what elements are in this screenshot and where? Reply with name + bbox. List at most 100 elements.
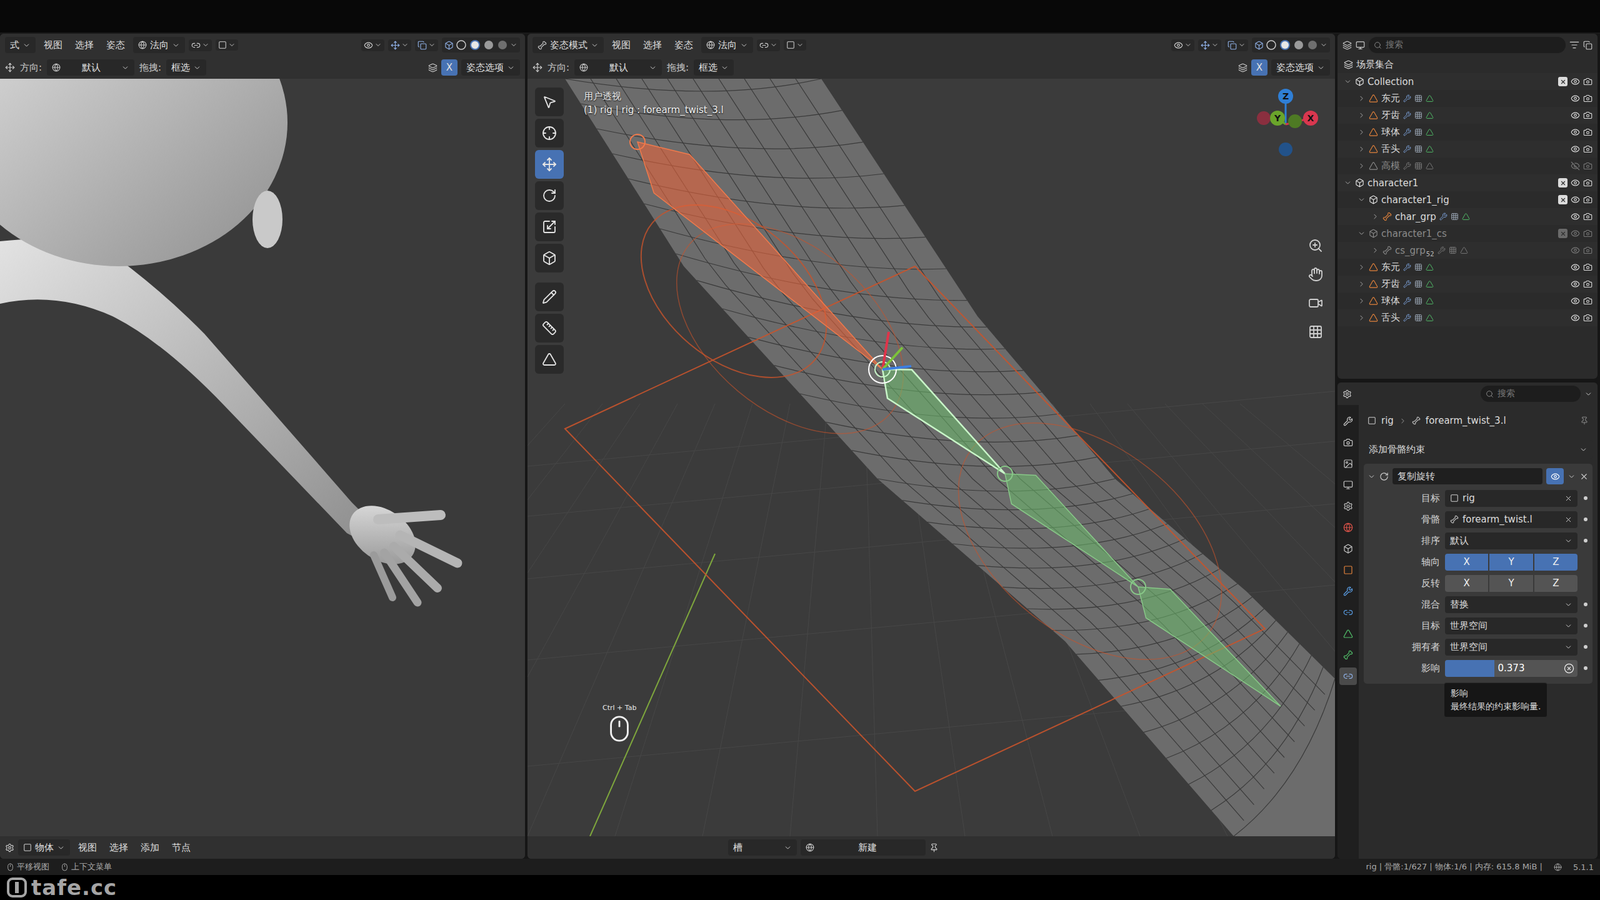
bone[interactable] <box>630 134 883 370</box>
exclude-checkbox[interactable] <box>1558 228 1568 239</box>
visibility-group[interactable] <box>1171 39 1195 52</box>
pose-options-dropdown[interactable]: 姿态选项 <box>461 59 520 76</box>
scene-collection[interactable]: 场景集合 <box>1337 56 1598 74</box>
main-viewport[interactable]: 用户透视(1) rig | rig : forearm_twist_3.lZYX… <box>527 78 1335 837</box>
character-preview[interactable] <box>0 78 525 837</box>
menu-item[interactable]: 节点 <box>167 840 195 855</box>
dropdown[interactable]: 默认 <box>1445 532 1578 550</box>
dropdown[interactable]: 世界空间 <box>1445 617 1578 635</box>
outliner-item[interactable]: character1_rig <box>1337 191 1598 209</box>
mode-dropdown[interactable]: 式 <box>5 36 36 54</box>
id-field[interactable]: forearm_twist.l <box>1445 511 1578 529</box>
keyframe-dot[interactable] <box>1583 602 1588 607</box>
properties-tab[interactable] <box>1339 540 1357 558</box>
menu-item[interactable]: 姿态 <box>101 38 130 53</box>
gizmo-group[interactable] <box>1198 39 1222 52</box>
keyframe-dot[interactable] <box>1583 517 1588 522</box>
properties-tab[interactable] <box>1339 603 1357 622</box>
axis-toggle[interactable]: Y <box>1489 553 1533 571</box>
direction-dropdown[interactable]: 默认 <box>46 59 135 76</box>
viewport-scene[interactable] <box>527 78 1335 837</box>
properties-tab[interactable] <box>1339 561 1357 579</box>
ortho-button[interactable] <box>1305 321 1327 343</box>
enable-toggle[interactable] <box>1546 468 1564 485</box>
outliner-item[interactable]: 牙齿 <box>1337 106 1598 124</box>
constraint-header[interactable]: 复制旋转 <box>1363 466 1593 487</box>
keyframe-dot[interactable] <box>1583 623 1588 628</box>
mode-dropdown[interactable]: 姿态模式 <box>532 36 604 54</box>
tool-button[interactable] <box>535 181 564 210</box>
outliner-item[interactable]: Collection <box>1337 73 1598 90</box>
transform-orientation-dropdown[interactable]: 法向 <box>701 36 754 54</box>
menu-item[interactable]: 选择 <box>105 840 133 855</box>
pan-button[interactable] <box>1305 263 1327 285</box>
pivot-group[interactable] <box>188 39 212 52</box>
id-field[interactable]: rig <box>1445 490 1578 507</box>
x-mirror-toggle[interactable]: X <box>441 59 458 76</box>
outliner-item[interactable]: char_grp <box>1337 208 1598 225</box>
properties-tab[interactable] <box>1339 476 1357 494</box>
shading-group[interactable] <box>1251 37 1330 53</box>
outliner-item[interactable]: 高模 <box>1337 157 1598 175</box>
exclude-checkbox[interactable] <box>1558 178 1568 188</box>
menu-item[interactable]: 视图 <box>607 38 635 53</box>
navigation-gizmo[interactable]: ZYX <box>1245 83 1327 165</box>
keyframe-dot[interactable] <box>1583 496 1588 500</box>
outliner-item[interactable]: 牙齿 <box>1337 275 1598 293</box>
properties-tab[interactable] <box>1339 433 1357 452</box>
bone[interactable] <box>1130 579 1281 707</box>
menu-item[interactable]: 选择 <box>638 38 667 53</box>
properties-tab[interactable] <box>1339 455 1357 473</box>
pose-options-dropdown[interactable]: 姿态选项 <box>1271 59 1330 76</box>
axis-toggle[interactable]: Z <box>1534 575 1578 592</box>
keyframe-dot[interactable] <box>1583 666 1588 670</box>
axis-toggle[interactable]: X <box>1445 575 1489 592</box>
bone[interactable] <box>997 466 1139 587</box>
tool-button[interactable] <box>535 313 564 343</box>
overlay-group[interactable] <box>1225 39 1249 52</box>
axis-toggle[interactable]: X <box>1445 553 1489 571</box>
bone[interactable] <box>875 361 1005 474</box>
axis-toggle[interactable]: Y <box>1489 575 1533 592</box>
exclude-checkbox[interactable] <box>1558 195 1568 205</box>
dropdown[interactable]: 替换 <box>1445 596 1578 614</box>
constraint-name[interactable]: 复制旋转 <box>1392 468 1543 485</box>
overlay-group[interactable] <box>415 39 439 52</box>
x-mirror-toggle[interactable]: X <box>1251 59 1268 76</box>
outliner-item[interactable]: cs_grp52 <box>1337 241 1598 259</box>
menu-item[interactable]: 视图 <box>73 840 102 855</box>
zoom-button[interactable] <box>1305 235 1327 257</box>
tool-button[interactable] <box>535 212 564 242</box>
influence-slider[interactable]: 0.373 <box>1445 660 1578 677</box>
keyframe-dot[interactable] <box>1583 538 1588 543</box>
add-bone-constraint[interactable]: 添加骨骼约束 <box>1363 440 1593 459</box>
shading-group[interactable] <box>441 37 520 53</box>
outliner-search[interactable]: 搜索 <box>1368 36 1566 54</box>
camera-button[interactable] <box>1305 292 1327 314</box>
tool-button[interactable] <box>535 345 564 374</box>
tool-button[interactable] <box>535 282 564 312</box>
properties-search[interactable]: 搜索 <box>1480 385 1581 402</box>
menu-item[interactable]: 视图 <box>39 38 67 53</box>
outliner-item[interactable]: 舌头 <box>1337 140 1598 158</box>
snap-group[interactable] <box>783 39 807 51</box>
gizmo-group[interactable] <box>388 39 412 52</box>
outliner-item[interactable]: 舌头 <box>1337 309 1598 327</box>
tool-button[interactable] <box>535 150 564 179</box>
shading-modes-icon[interactable] <box>455 38 509 52</box>
snap-group[interactable] <box>215 39 239 51</box>
menu-item[interactable]: 添加 <box>136 840 164 855</box>
exclude-checkbox[interactable] <box>1558 76 1568 87</box>
properties-tab[interactable] <box>1339 646 1357 664</box>
object-type-dropdown[interactable]: 物体 <box>18 839 70 856</box>
menu-item[interactable]: 选择 <box>70 38 99 53</box>
menu-item[interactable]: 姿态 <box>670 38 698 53</box>
transform-orientation-dropdown[interactable]: 法向 <box>133 36 185 54</box>
outliner-item[interactable]: 球体 <box>1337 123 1598 141</box>
properties-tab[interactable] <box>1339 625 1357 643</box>
new-material-button[interactable]: 新建 <box>800 839 926 856</box>
visibility-group[interactable] <box>361 39 385 52</box>
direction-dropdown[interactable]: 默认 <box>574 59 662 76</box>
drag-dropdown[interactable]: 框选 <box>166 59 207 76</box>
outliner-item[interactable]: character1 <box>1337 174 1598 192</box>
